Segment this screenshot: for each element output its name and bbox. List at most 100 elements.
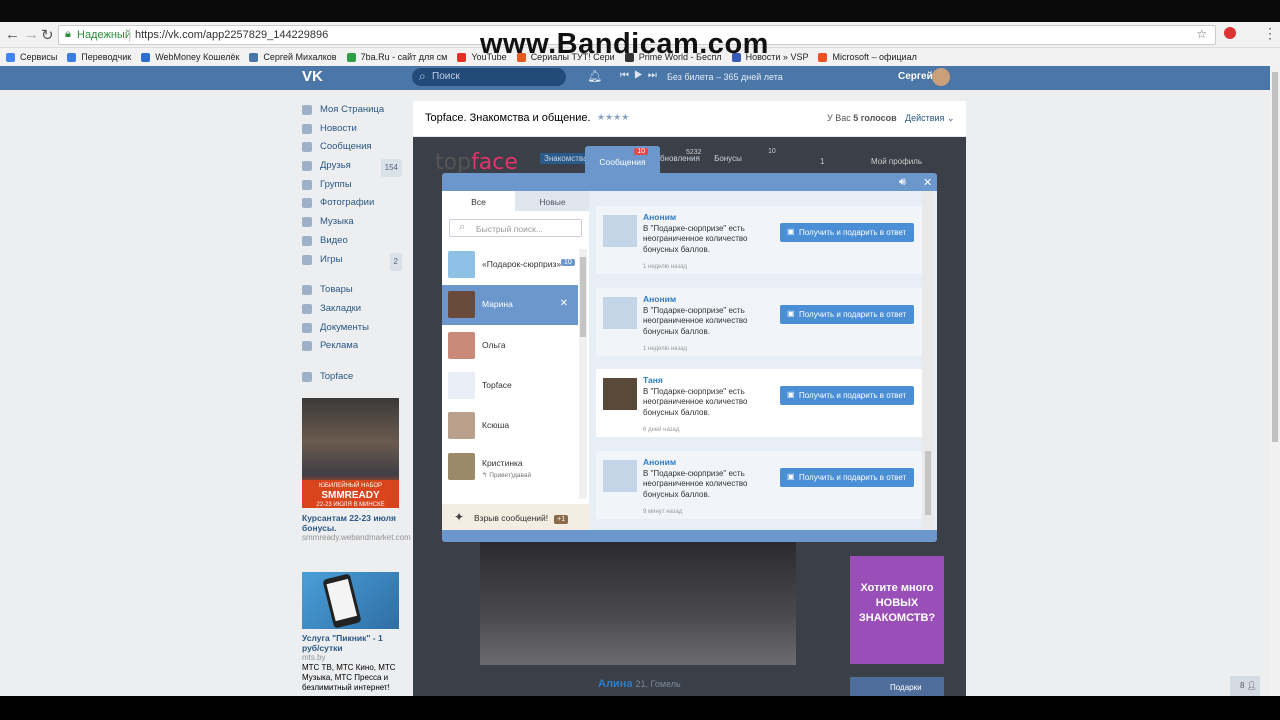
get-gift-button[interactable]: Получить и подарить в ответ — [780, 386, 914, 405]
bandicam-watermark: www.Bandicam.com — [480, 28, 769, 60]
messages-tab-label: Сообщения — [599, 157, 646, 167]
bookmark-item[interactable]: 7ba.Ru - сайт для см — [346, 49, 447, 65]
get-gift-button[interactable]: Получить и подарить в ответ — [780, 468, 914, 487]
contacts-scroll-thumb[interactable] — [580, 257, 586, 337]
gifts-button[interactable]: Подарки — [850, 677, 944, 697]
message-item: Таня В "Подарке-сюрпризе" есть неограниче… — [596, 369, 922, 437]
sender-avatar[interactable] — [603, 378, 637, 410]
sender-name[interactable]: Аноним — [643, 212, 676, 222]
topface-logo[interactable]: topface — [435, 150, 518, 175]
star-icon[interactable]: ☆ — [1196, 27, 1207, 41]
sender-name[interactable]: Таня — [643, 375, 663, 385]
messages-scrollbar[interactable] — [922, 191, 934, 530]
get-gift-button[interactable]: Получить и подарить в ответ — [780, 223, 914, 242]
page-scroll-thumb[interactable] — [1272, 72, 1278, 442]
nav-item[interactable]: Реклама — [302, 338, 402, 357]
app-title: Topface. Знакомства и общение. — [425, 112, 591, 124]
sender-name[interactable]: Аноним — [643, 294, 676, 304]
ad-banner: ЮБИЛЕЙНЫЙ НАБОР SMMREADY 22-23 ИЮЛЯ В МИ… — [302, 480, 399, 508]
message-blast-button[interactable]: Взрыв сообщений! +1 — [442, 504, 589, 530]
nav-item[interactable]: Товары — [302, 282, 402, 301]
ad2-title[interactable]: Услуга "Пикник" - 1 руб/сутки — [302, 633, 400, 653]
vk-logo[interactable]: VK — [302, 68, 323, 85]
menu-kebab-icon[interactable]: ⋮ — [1263, 25, 1277, 42]
user-name[interactable]: Сергей — [898, 71, 933, 82]
message-text: В "Подарке-сюрпризе" есть неограниченное… — [643, 387, 748, 417]
close-icon[interactable]: ✕ — [923, 176, 932, 189]
contact-avatar — [448, 412, 475, 440]
message-item: Аноним В "Подарке-сюрпризе" есть неограни… — [596, 451, 922, 519]
promo-banner[interactable]: Хотите много НОВЫХ ЗНАКОМСТВ? — [850, 556, 944, 664]
contact-item[interactable]: «Подарок-сюрприз» 10 — [442, 245, 578, 285]
nav-item[interactable]: Музыка — [302, 214, 402, 233]
bell-icon[interactable]: 🔔︎ — [587, 69, 602, 83]
nav-icon — [302, 198, 312, 209]
sender-avatar[interactable] — [603, 215, 637, 247]
contact-name: Ксюша — [482, 420, 510, 431]
nav-label: Группы — [320, 178, 352, 190]
contact-name: Ольга — [482, 339, 506, 350]
tab-new[interactable]: Новые — [516, 191, 589, 211]
nav-item[interactable]: Игры 2 — [302, 252, 402, 271]
player-controls-icon[interactable]: ⏮▶⏭ — [620, 70, 662, 81]
logo-part-b: face — [471, 150, 518, 175]
reload-icon[interactable]: ↻ — [41, 26, 54, 44]
bookmark-item[interactable]: Переводчик — [67, 49, 131, 65]
nav-item[interactable]: Видео — [302, 233, 402, 252]
nav-icon — [302, 285, 312, 296]
vk-search-input[interactable]: Поиск — [412, 68, 566, 86]
ad1-title[interactable]: Курсантам 22-23 июля бонусы. — [302, 513, 400, 533]
nav-item[interactable]: Новости — [302, 121, 402, 140]
contact-item[interactable]: Ксюша — [442, 406, 578, 446]
back-icon[interactable]: ← — [5, 26, 20, 43]
sender-avatar[interactable] — [603, 460, 637, 492]
quick-search-input[interactable]: Быстрый поиск... — [449, 219, 582, 237]
nav-icon — [302, 303, 312, 314]
actions-menu[interactable]: Действия ⌄ — [905, 113, 954, 124]
nav-icon — [302, 322, 312, 333]
nav-item[interactable]: Topface — [302, 369, 402, 388]
my-profile-link[interactable]: Мой профиль — [871, 157, 922, 166]
contacts-pane: Все Новые Быстрый поиск... «Подарок-сюрп… — [442, 191, 589, 530]
bookmark-item[interactable]: Сервисы — [6, 49, 57, 65]
menu-meet[interactable]: Знакомства — [540, 153, 592, 164]
tab-all[interactable]: Все — [442, 191, 515, 211]
nav-label: Видео — [320, 234, 348, 246]
menu-bonus[interactable]: Бонусы — [714, 154, 742, 163]
contacts-scrollbar[interactable] — [579, 249, 587, 499]
contact-item[interactable]: Topface — [442, 366, 578, 406]
contact-item[interactable]: Ольга — [442, 326, 578, 366]
nav-count: 2 — [389, 252, 402, 271]
url-text[interactable]: https://vk.com/app2257829_144229896 — [135, 29, 328, 41]
messages-scroll-thumb[interactable] — [925, 451, 931, 515]
bonus-count: 10 — [768, 148, 776, 155]
chat-button[interactable]: 8 👤︎ — [1230, 676, 1260, 696]
nav-item[interactable]: Сообщения — [302, 139, 402, 158]
nav-item[interactable]: Друзья 154 — [302, 158, 402, 178]
contact-avatar — [448, 452, 475, 480]
user-avatar[interactable] — [932, 68, 950, 86]
bookmark-item[interactable]: Сергей Михалков — [249, 49, 337, 65]
contact-item[interactable]: Кристинка ↰ Привет)давай — [442, 447, 578, 487]
nav-item[interactable]: Закладки — [302, 301, 402, 320]
nav-item[interactable]: Моя Страница — [302, 102, 402, 121]
nav-item[interactable]: Группы — [302, 177, 402, 196]
sound-icon[interactable]: 🔊︎ — [899, 176, 906, 189]
page-scrollbar[interactable] — [1270, 66, 1280, 696]
bookmark-item[interactable]: Microsoft – официал — [818, 49, 917, 65]
contact-item[interactable]: Марина ✕ — [442, 285, 578, 326]
forward-icon[interactable]: → — [24, 26, 39, 43]
close-icon[interactable]: ✕ — [560, 298, 568, 309]
profile-photo-bg — [480, 540, 796, 665]
rating-stars: ★★★★ — [597, 112, 630, 122]
sender-avatar[interactable] — [603, 297, 637, 329]
bookmark-item[interactable]: WebMoney Кошелёк — [141, 49, 239, 65]
sender-name[interactable]: Аноним — [643, 457, 676, 467]
now-playing[interactable]: Без билета – 365 дней лета — [667, 72, 783, 82]
get-gift-button[interactable]: Получить и подарить в ответ — [780, 305, 914, 324]
ad2-text: МТС ТВ, МТС Кино, МТС Музыка, МТС Пресса… — [302, 663, 396, 692]
nav-item[interactable]: Фотографии — [302, 195, 402, 214]
extension-icon[interactable] — [1224, 27, 1236, 39]
nav-item[interactable]: Документы — [302, 320, 402, 339]
nav-label: Новости — [320, 122, 357, 134]
